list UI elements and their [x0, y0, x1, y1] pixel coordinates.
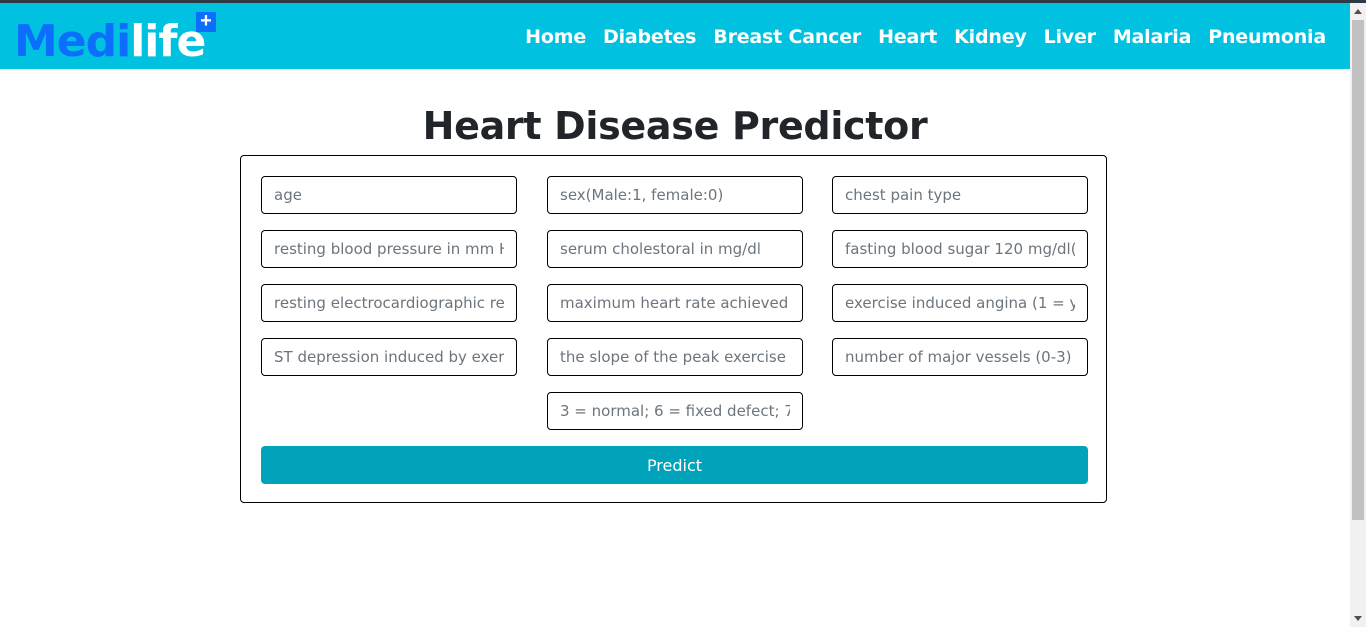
- page-title: Heart Disease Predictor: [422, 104, 928, 148]
- nav-link-kidney[interactable]: Kidney: [954, 22, 1027, 52]
- serum-cholesterol-input[interactable]: [547, 230, 803, 268]
- nav-link-breast-cancer[interactable]: Breast Cancer: [713, 22, 861, 52]
- age-input[interactable]: [261, 176, 517, 214]
- predict-button[interactable]: Predict: [261, 446, 1088, 484]
- scrollbar-thumb[interactable]: [1352, 20, 1364, 520]
- scroll-down-arrow-icon[interactable]: [1354, 616, 1362, 621]
- nav-link-heart[interactable]: Heart: [878, 22, 937, 52]
- nav-links: Home Diabetes Breast Cancer Heart Kidney…: [525, 22, 1326, 52]
- brand-name: Medilife: [14, 16, 206, 67]
- fasting-blood-sugar-input[interactable]: [832, 230, 1088, 268]
- heart-prediction-form: Predict: [240, 155, 1107, 503]
- exercise-angina-input[interactable]: [832, 284, 1088, 322]
- nav-link-pneumonia[interactable]: Pneumonia: [1208, 22, 1326, 52]
- nav-link-diabetes[interactable]: Diabetes: [603, 22, 696, 52]
- st-slope-input[interactable]: [547, 338, 803, 376]
- navbar: Medilife + Home Diabetes Breast Cancer H…: [0, 3, 1350, 69]
- thal-input[interactable]: [547, 392, 803, 430]
- st-depression-input[interactable]: [261, 338, 517, 376]
- resting-ecg-input[interactable]: [261, 284, 517, 322]
- brand-name-medi: Medi: [14, 16, 131, 67]
- brand-name-life: life: [130, 16, 206, 67]
- nav-link-home[interactable]: Home: [525, 22, 586, 52]
- major-vessels-input[interactable]: [832, 338, 1088, 376]
- vertical-scrollbar[interactable]: [1350, 3, 1366, 627]
- max-heart-rate-input[interactable]: [547, 284, 803, 322]
- scroll-up-arrow-icon[interactable]: [1354, 9, 1362, 14]
- nav-link-malaria[interactable]: Malaria: [1113, 22, 1192, 52]
- chest-pain-type-input[interactable]: [832, 176, 1088, 214]
- nav-link-liver[interactable]: Liver: [1044, 22, 1096, 52]
- sex-input[interactable]: [547, 176, 803, 214]
- plus-icon: +: [196, 11, 216, 32]
- resting-blood-pressure-input[interactable]: [261, 230, 517, 268]
